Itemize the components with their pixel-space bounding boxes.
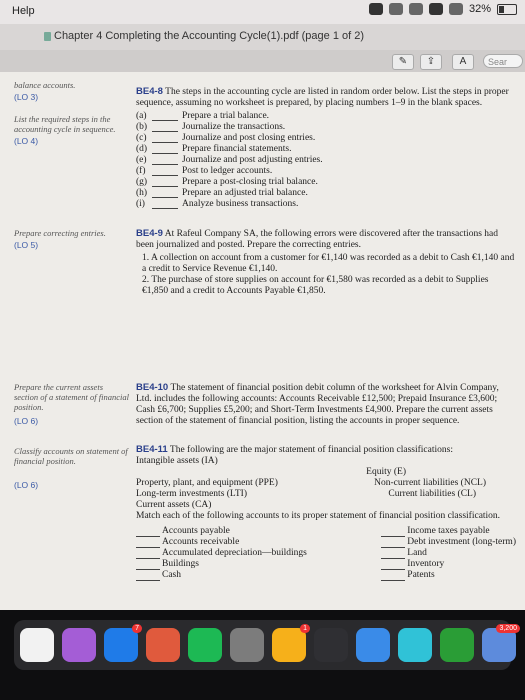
battery-percent: 32% (468, 3, 491, 15)
be4-9-item-1: 1. A collection on account from a custom… (142, 253, 515, 274)
whatsapp-icon[interactable] (440, 628, 474, 662)
lo-6a: (LO 6) (14, 416, 39, 426)
search-input[interactable]: Sear (483, 54, 523, 68)
exercise-be4-8: BE4-8 The steps in the accounting cycle … (136, 86, 516, 210)
firefox-icon[interactable] (314, 628, 348, 662)
photos-icon[interactable]: 1 (272, 624, 310, 662)
music-icon[interactable] (20, 628, 54, 662)
step-row: (a) Prepare a trial balance. (136, 111, 270, 121)
step-row: (f) Post to ledger accounts. (136, 166, 273, 176)
step-row: (e) Journalize and post adjusting entries… (136, 155, 323, 165)
step-row: (b) Journalize the transactions. (136, 122, 286, 132)
accounts-left: Accounts payable Accounts receivable Acc… (136, 526, 307, 581)
lo-5: (LO 5) (14, 240, 39, 250)
exercise-be4-11: BE4-11 The following are the major state… (136, 444, 516, 581)
accounts-right: Income taxes payable Debt investment (lo… (381, 526, 516, 581)
launchpad-icon[interactable] (146, 628, 180, 662)
podcasts-icon[interactable] (62, 628, 96, 662)
be4-9-item-2: 2. The purchase of store supplies on acc… (142, 275, 489, 296)
account-columns: Accounts payable Accounts receivable Acc… (136, 526, 516, 581)
step-row: (i) Analyze business transactions. (136, 199, 299, 209)
step-row: (c) Journalize and post closing entries. (136, 133, 316, 143)
be4-11-instruction: Match each of the following accounts to … (136, 511, 501, 521)
step-row: (d) Prepare financial statements. (136, 144, 292, 154)
exercise-text: The steps in the accounting cycle are li… (136, 87, 509, 108)
exercise-be4-9: BE4-9 At Rafeul Company SA, the followin… (136, 228, 515, 296)
exercise-be4-10: BE4-10 The statement of financial positi… (136, 382, 499, 426)
chrome-icon[interactable] (398, 628, 432, 662)
step-row: (g) Prepare a post-closing trial balance. (136, 177, 318, 187)
markup-icon[interactable]: ✎ (392, 54, 414, 70)
settings-icon[interactable] (230, 628, 264, 662)
step-row: (h) Prepare an adjusted trial balance. (136, 188, 308, 198)
help-menu[interactable]: Help (12, 5, 35, 17)
google-icon[interactable] (356, 628, 390, 662)
margin-note-list-steps: List the required steps in the accountin… (14, 114, 116, 134)
exercise-number: BE4-8 (136, 86, 163, 97)
pdf-icon (44, 32, 51, 41)
status-icons: 32% (368, 3, 517, 15)
annotate-icon[interactable]: A (452, 54, 474, 70)
app-store-icon[interactable]: 7 (104, 624, 142, 662)
lo-6b: (LO 6) (14, 480, 39, 490)
wifi-icon[interactable] (448, 3, 463, 15)
dock: 7 1 3,200 (0, 610, 525, 700)
pdf-page: balance accounts. (LO 3) List the requir… (0, 72, 525, 610)
preview-toolbar: ✎ ⇪ A Sear (0, 50, 525, 72)
battery-icon (497, 3, 517, 15)
margin-note-classify: Classify accounts on statement of financ… (14, 446, 128, 466)
menu-bar: Help 32% (0, 0, 525, 24)
margin-note-correcting: Prepare correcting entries. (14, 228, 106, 238)
lo-3: (LO 3) (14, 92, 39, 102)
share-icon[interactable]: ⇪ (420, 54, 442, 70)
margin-note-top: balance accounts. (14, 80, 76, 90)
spotify-icon[interactable] (188, 628, 222, 662)
window-title[interactable]: Chapter 4 Completing the Accounting Cycl… (54, 30, 364, 42)
mail-icon[interactable]: 3,200 (482, 624, 520, 662)
window-titlebar: Chapter 4 Completing the Accounting Cycl… (0, 24, 525, 51)
bluetooth-icon[interactable] (408, 3, 423, 15)
margin-note-current-assets: Prepare the current assets section of a … (14, 382, 129, 412)
lo-4: (LO 4) (14, 136, 39, 146)
classification-list: Intangible assets (IA) Equity (E) Proper… (136, 456, 486, 510)
sync-icon[interactable] (388, 3, 403, 15)
dropbox-icon[interactable] (368, 3, 383, 15)
camera-icon[interactable] (428, 3, 443, 15)
